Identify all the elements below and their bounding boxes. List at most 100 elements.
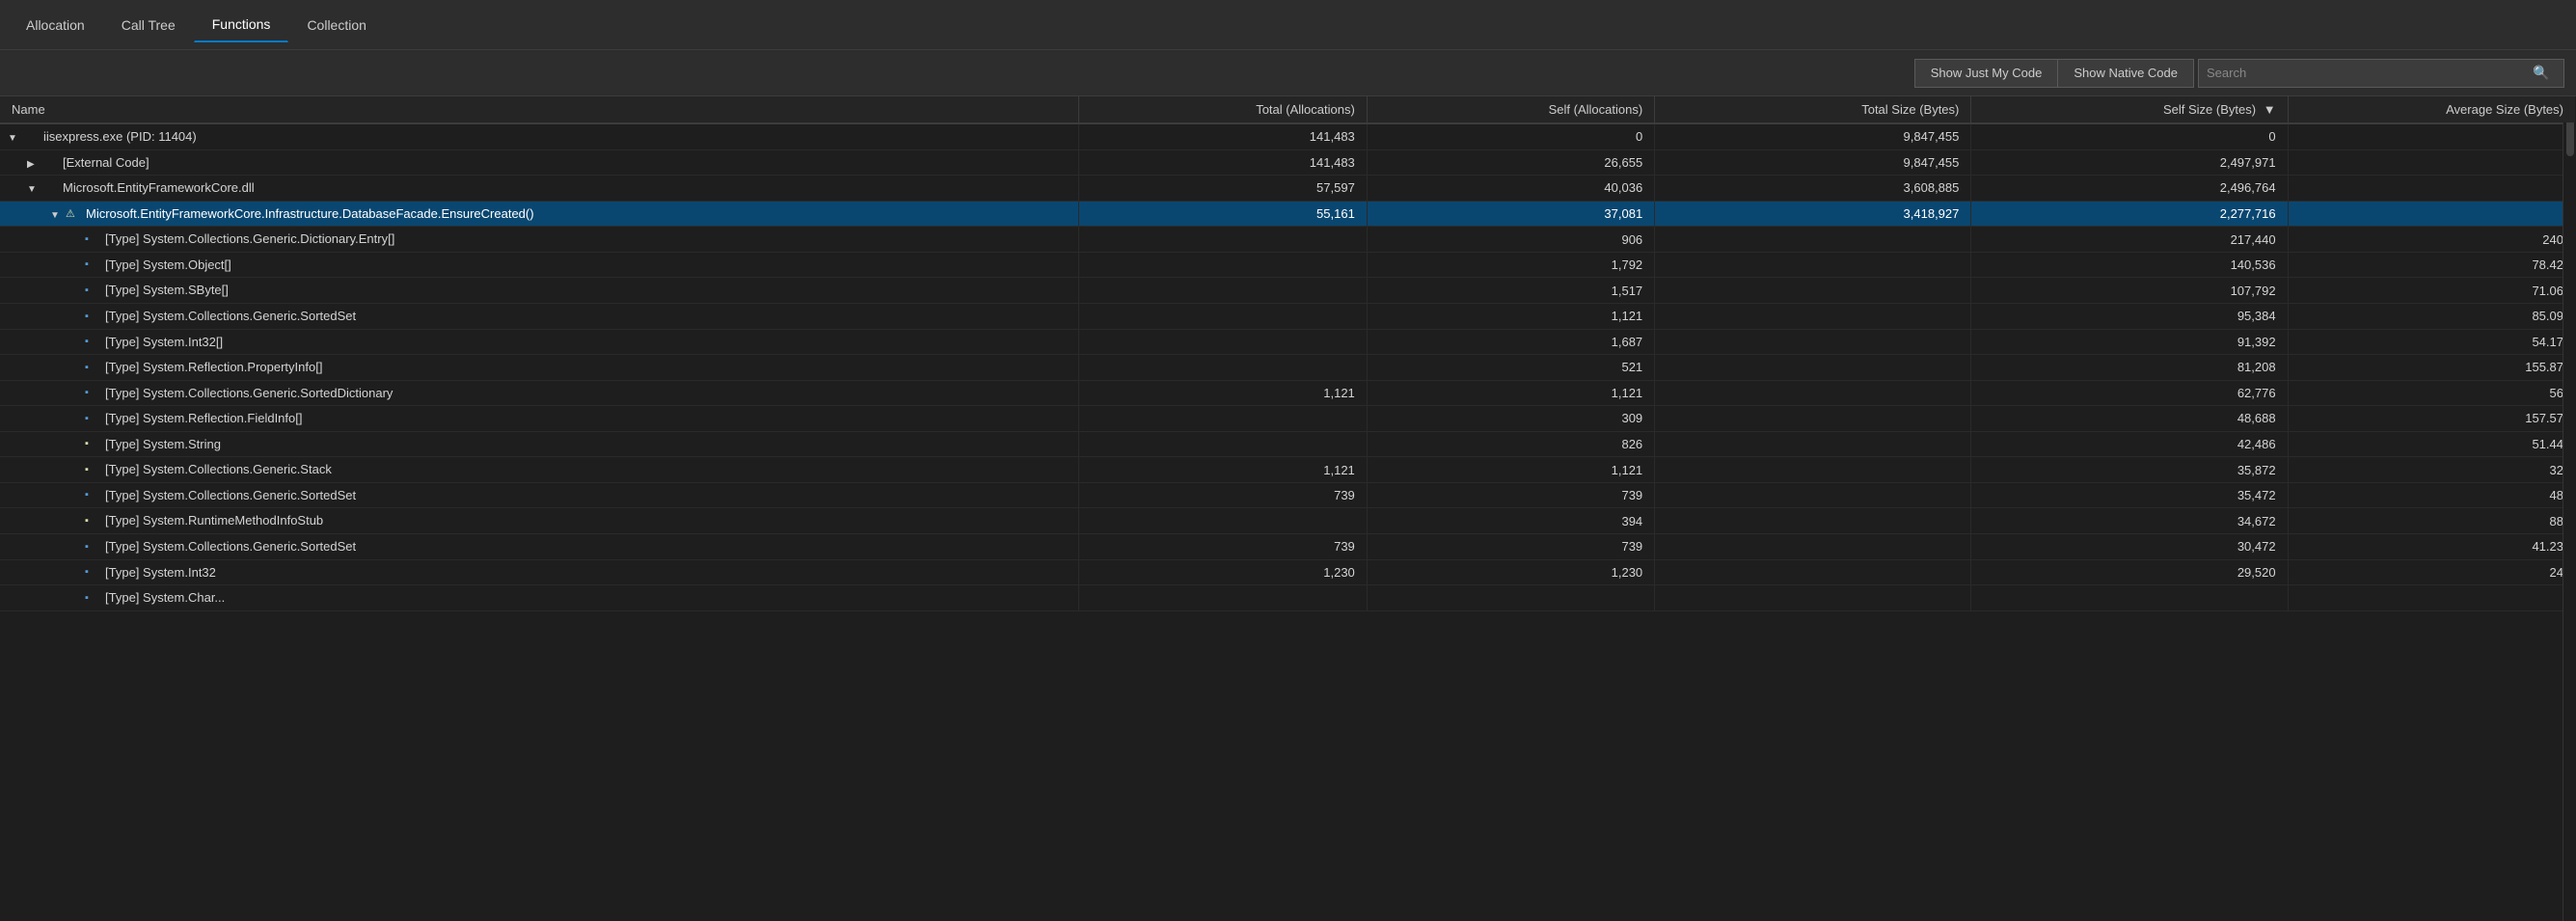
cell-total-size: 9,847,455: [1655, 123, 1971, 149]
cell-name[interactable]: ▼iisexpress.exe (PID: 11404): [0, 123, 1079, 149]
show-native-code-button[interactable]: Show Native Code: [2057, 59, 2194, 88]
sort-indicator: ▼: [2264, 102, 2276, 117]
cell-name[interactable]: ▪[Type] System.Int32: [0, 559, 1079, 585]
tree-toggle[interactable]: ▼: [27, 184, 41, 195]
cell-name[interactable]: ▪[Type] System.Char...: [0, 585, 1079, 611]
table-row[interactable]: ▪[Type] System.Collections.Generic.Dicti…: [0, 227, 2576, 253]
col-header-self-size[interactable]: Self Size (Bytes) ▼: [1971, 96, 2288, 123]
table-body: ▼iisexpress.exe (PID: 11404)141,48309,84…: [0, 123, 2576, 610]
tree-toggle-empty: [69, 415, 83, 425]
tree-toggle-empty: [69, 235, 83, 246]
cell-name[interactable]: ▼⚠Microsoft.EntityFrameworkCore.Infrastr…: [0, 201, 1079, 227]
table-row[interactable]: ▼Microsoft.EntityFrameworkCore.dll57,597…: [0, 176, 2576, 202]
cell-name[interactable]: ▪[Type] System.Collections.Generic.Stack: [0, 457, 1079, 483]
cell-total-size: 3,418,927: [1655, 201, 1971, 227]
cell-name[interactable]: ▪[Type] System.Collections.Generic.Sorte…: [0, 534, 1079, 560]
row-name-text: [Type] System.String: [105, 437, 221, 451]
cell-name[interactable]: ▪[Type] System.Collections.Generic.Sorte…: [0, 380, 1079, 406]
show-just-my-code-button[interactable]: Show Just My Code: [1914, 59, 2059, 88]
table-row[interactable]: ▪[Type] System.Collections.Generic.Sorte…: [0, 380, 2576, 406]
col-header-total-alloc[interactable]: Total (Allocations): [1079, 96, 1367, 123]
cell-total-alloc: 141,483: [1079, 149, 1367, 176]
toolbar: Show Just My Code Show Native Code 🔍: [0, 50, 2576, 96]
table-row[interactable]: ▪[Type] System.Int32[]1,68791,39254.17: [0, 329, 2576, 355]
cell-total-size: [1655, 431, 1971, 457]
col-header-self-alloc[interactable]: Self (Allocations): [1367, 96, 1654, 123]
table-row[interactable]: ▪[Type] System.Collections.Generic.Sorte…: [0, 303, 2576, 329]
cell-self-size: 62,776: [1971, 380, 2288, 406]
cell-total-size: 9,847,455: [1655, 149, 1971, 176]
search-icon-button[interactable]: 🔍: [2527, 65, 2555, 81]
type-icon: ▪: [85, 592, 102, 606]
tree-toggle-empty: [69, 569, 83, 580]
data-table: Name Total (Allocations) Self (Allocatio…: [0, 96, 2576, 611]
cell-avg-size: [2288, 201, 2575, 227]
cell-total-alloc: [1079, 278, 1367, 304]
table-row[interactable]: ▼iisexpress.exe (PID: 11404)141,48309,84…: [0, 123, 2576, 149]
col-header-name[interactable]: Name: [0, 96, 1079, 123]
cell-name[interactable]: ▪[Type] System.Collections.Generic.Sorte…: [0, 303, 1079, 329]
table-row[interactable]: ▪[Type] System.Collections.Generic.Sorte…: [0, 482, 2576, 508]
tree-toggle[interactable]: ▼: [50, 210, 64, 221]
cell-name[interactable]: ▪[Type] System.Object[]: [0, 252, 1079, 278]
table-row[interactable]: ▪[Type] System.Reflection.FieldInfo[]309…: [0, 406, 2576, 432]
col-header-total-size[interactable]: Total Size (Bytes): [1655, 96, 1971, 123]
type-icon: ▪: [85, 258, 102, 272]
tree-toggle[interactable]: ▼: [8, 133, 21, 144]
type-icon: ▪: [85, 541, 102, 555]
table-row[interactable]: ▪[Type] System.Collections.Generic.Stack…: [0, 457, 2576, 483]
search-input[interactable]: [2199, 60, 2527, 87]
type-icon: ▪: [85, 311, 102, 324]
cell-avg-size: 41.23: [2288, 534, 2575, 560]
table-row[interactable]: ▪[Type] System.String82642,48651.44: [0, 431, 2576, 457]
table-row[interactable]: ▪[Type] System.Collections.Generic.Sorte…: [0, 534, 2576, 560]
table-row[interactable]: ▶[External Code]141,48326,6559,847,4552,…: [0, 149, 2576, 176]
cell-name[interactable]: ▶[External Code]: [0, 149, 1079, 176]
cell-avg-size: [2288, 176, 2575, 202]
cell-name[interactable]: ▪[Type] System.SByte[]: [0, 278, 1079, 304]
cell-total-alloc: 1,230: [1079, 559, 1367, 585]
tab-functions[interactable]: Functions: [194, 8, 289, 42]
cell-self-size: 81,208: [1971, 355, 2288, 381]
cell-total-alloc: [1079, 508, 1367, 534]
table-row[interactable]: ▪[Type] System.Object[]1,792140,53678.42: [0, 252, 2576, 278]
tree-toggle-empty: [69, 339, 83, 349]
cell-name[interactable]: ▪[Type] System.Reflection.PropertyInfo[]: [0, 355, 1079, 381]
table-row[interactable]: ▼⚠Microsoft.EntityFrameworkCore.Infrastr…: [0, 201, 2576, 227]
tab-collection[interactable]: Collection: [288, 8, 384, 42]
row-name-text: [Type] System.SByte[]: [105, 283, 229, 297]
cell-name[interactable]: ▪[Type] System.Collections.Generic.Sorte…: [0, 482, 1079, 508]
table-row[interactable]: ▪[Type] System.Int321,2301,23029,52024: [0, 559, 2576, 585]
tree-toggle-empty: [69, 517, 83, 528]
cell-self-size: 91,392: [1971, 329, 2288, 355]
table-row[interactable]: ▪[Type] System.SByte[]1,517107,79271.06: [0, 278, 2576, 304]
tab-call-tree[interactable]: Call Tree: [103, 8, 194, 42]
tree-toggle-empty: [69, 492, 83, 502]
row-name-text: [Type] System.RuntimeMethodInfoStub: [105, 513, 323, 528]
cell-name[interactable]: ▪[Type] System.RuntimeMethodInfoStub: [0, 508, 1079, 534]
cell-total-alloc: [1079, 252, 1367, 278]
tree-toggle-empty: [69, 364, 83, 374]
scrollbar-track[interactable]: [2562, 96, 2576, 921]
cell-avg-size: [2288, 585, 2575, 611]
tab-allocation[interactable]: Allocation: [8, 8, 103, 42]
table-row[interactable]: ▪[Type] System.RuntimeMethodInfoStub3943…: [0, 508, 2576, 534]
cell-name[interactable]: ▪[Type] System.Reflection.FieldInfo[]: [0, 406, 1079, 432]
cell-self-alloc: 40,036: [1367, 176, 1654, 202]
cell-self-alloc: 1,517: [1367, 278, 1654, 304]
cell-self-alloc: 739: [1367, 534, 1654, 560]
cell-self-size: 2,497,971: [1971, 149, 2288, 176]
cell-total-alloc: 739: [1079, 482, 1367, 508]
table-row[interactable]: ▪[Type] System.Reflection.PropertyInfo[]…: [0, 355, 2576, 381]
tree-toggle[interactable]: ▶: [27, 159, 41, 170]
cell-name[interactable]: ▪[Type] System.Int32[]: [0, 329, 1079, 355]
tree-toggle-empty: [69, 286, 83, 297]
table-row[interactable]: ▪[Type] System.Char...: [0, 585, 2576, 611]
cell-name[interactable]: ▪[Type] System.String: [0, 431, 1079, 457]
cell-total-size: [1655, 355, 1971, 381]
cell-self-size: 30,472: [1971, 534, 2288, 560]
cell-name[interactable]: ▪[Type] System.Collections.Generic.Dicti…: [0, 227, 1079, 253]
warning-icon: ⚠: [66, 207, 83, 221]
col-header-avg-size[interactable]: Average Size (Bytes): [2288, 96, 2575, 123]
cell-name[interactable]: ▼Microsoft.EntityFrameworkCore.dll: [0, 176, 1079, 202]
